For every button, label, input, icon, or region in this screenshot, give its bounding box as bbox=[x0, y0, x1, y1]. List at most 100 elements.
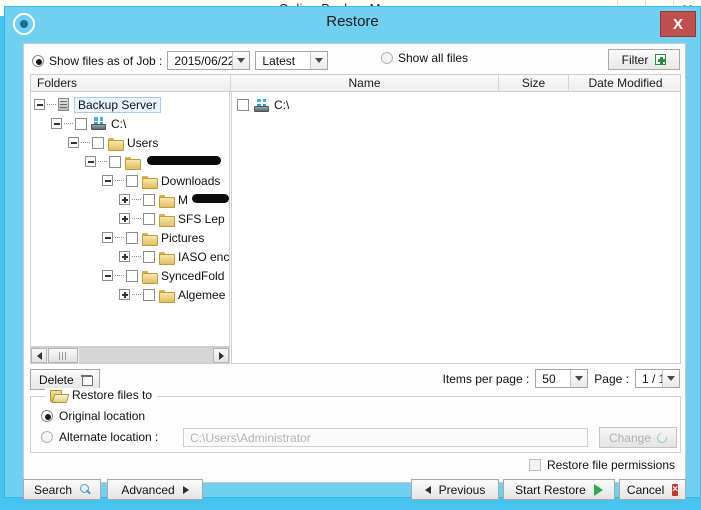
expand-node-icon[interactable] bbox=[119, 251, 130, 262]
tree-node-checkbox[interactable] bbox=[143, 288, 155, 301]
tree-node[interactable]: Downloads bbox=[31, 171, 229, 190]
delete-button-label: Delete bbox=[39, 372, 74, 387]
tree-node[interactable]: Users bbox=[31, 133, 229, 152]
previous-button[interactable]: Previous bbox=[411, 479, 499, 500]
collapse-node-icon[interactable] bbox=[34, 99, 45, 110]
tree-node-checkbox[interactable] bbox=[109, 155, 121, 168]
tree-node[interactable]: Backup Server bbox=[31, 95, 229, 114]
trash-icon bbox=[80, 374, 93, 386]
folder-tree-horizontal-scrollbar[interactable] bbox=[30, 347, 230, 364]
tree-node-label: Downloads bbox=[161, 173, 221, 188]
tree-connector-line bbox=[115, 180, 124, 181]
advanced-button[interactable]: Advanced bbox=[107, 479, 203, 500]
tree-node[interactable]: SyncedFold bbox=[31, 266, 229, 285]
folder-icon bbox=[159, 251, 175, 265]
items-per-page-dropdown[interactable]: 50 bbox=[535, 369, 589, 388]
restore-dialog: Restore X Show files as of Job : 2015/06… bbox=[4, 6, 701, 501]
search-button-label: Search bbox=[34, 482, 73, 497]
tree-node-checkbox[interactable] bbox=[126, 269, 138, 282]
column-header-folders[interactable]: Folders bbox=[31, 75, 231, 91]
restore-file-permissions-option[interactable]: Restore file permissions bbox=[528, 458, 675, 472]
collapse-node-icon[interactable] bbox=[102, 270, 113, 281]
alternate-location-label: Alternate location : bbox=[59, 430, 159, 444]
redacted-label bbox=[192, 194, 229, 203]
tree-node-checkbox[interactable] bbox=[143, 193, 155, 206]
restore-file-permissions-checkbox[interactable] bbox=[528, 459, 541, 471]
tree-node-checkbox[interactable] bbox=[143, 212, 155, 225]
delete-button[interactable]: Delete bbox=[30, 369, 100, 390]
table-row[interactable]: C:\ bbox=[237, 96, 289, 114]
dialog-titlebar: Restore X bbox=[5, 7, 700, 40]
file-list-panel[interactable]: C:\ bbox=[231, 92, 681, 364]
alternate-location-radio[interactable] bbox=[41, 431, 53, 443]
tree-node[interactable]: SFS Lep bbox=[31, 209, 229, 228]
tree-connector-line bbox=[115, 237, 124, 238]
start-restore-button[interactable]: Start Restore bbox=[503, 479, 615, 500]
job-version-dropdown[interactable]: Latest bbox=[255, 51, 329, 70]
show-all-files-radio[interactable] bbox=[381, 52, 393, 64]
cancel-button[interactable]: Cancel × bbox=[619, 479, 686, 500]
original-location-radio[interactable] bbox=[41, 410, 53, 422]
search-icon bbox=[80, 484, 90, 495]
show-files-as-of-job-option[interactable]: Show files as of Job : 2015/06/22 Latest bbox=[32, 51, 329, 70]
filter-button[interactable]: Filter bbox=[608, 49, 680, 70]
dialog-button-bar: Search Advanced Previous Start Restore C… bbox=[23, 479, 686, 501]
tree-node-label: Users bbox=[127, 135, 159, 150]
tree-node-checkbox[interactable] bbox=[75, 117, 87, 130]
restore-files-to-label: Restore files to bbox=[72, 388, 153, 402]
show-files-as-of-job-label: Show files as of Job : bbox=[49, 53, 163, 68]
show-files-as-of-job-radio[interactable] bbox=[32, 54, 44, 67]
tree-node[interactable]: Pictures bbox=[31, 228, 229, 247]
tree-node-checkbox[interactable] bbox=[143, 250, 155, 263]
scroll-left-arrow-icon[interactable] bbox=[31, 348, 47, 363]
tree-node[interactable]: Algemee bbox=[31, 285, 229, 304]
restore-files-to-group: Restore files to Original location Alter… bbox=[30, 388, 681, 453]
expand-node-icon[interactable] bbox=[119, 213, 130, 224]
items-per-page-label: Items per page : bbox=[442, 371, 530, 386]
dialog-close-button[interactable]: X bbox=[660, 11, 696, 37]
cancel-button-label: Cancel bbox=[626, 482, 665, 497]
collapse-node-icon[interactable] bbox=[85, 156, 96, 167]
tree-node-checkbox[interactable] bbox=[126, 231, 138, 244]
collapse-node-icon[interactable] bbox=[68, 137, 79, 148]
scrollbar-thumb[interactable] bbox=[48, 348, 78, 363]
original-location-option[interactable]: Original location bbox=[41, 409, 145, 423]
server-icon bbox=[58, 98, 69, 111]
file-row-checkbox[interactable] bbox=[237, 99, 249, 111]
expand-node-icon[interactable] bbox=[119, 289, 130, 300]
items-per-page-value: 50 bbox=[542, 371, 556, 386]
alternate-location-option[interactable]: Alternate location : bbox=[41, 430, 158, 444]
tree-connector-line bbox=[81, 142, 90, 143]
collapse-node-icon[interactable] bbox=[51, 118, 62, 129]
show-all-files-option[interactable]: Show all files bbox=[381, 51, 468, 65]
page-value: 1 / 1 bbox=[642, 371, 666, 386]
tree-node-label: Algemee bbox=[178, 287, 226, 302]
search-button[interactable]: Search bbox=[23, 479, 101, 500]
scroll-right-arrow-icon[interactable] bbox=[213, 348, 229, 363]
folder-tree-panel[interactable]: Backup Server C:\ Users Downloads M SFS Lep Pi… bbox=[30, 92, 230, 347]
column-header-name[interactable]: Name bbox=[231, 75, 499, 91]
job-date-dropdown[interactable]: 2015/06/22 bbox=[167, 51, 251, 70]
tree-connector-line bbox=[64, 123, 73, 124]
tree-node-checkbox[interactable] bbox=[126, 174, 138, 187]
tree-node[interactable] bbox=[31, 152, 229, 171]
tree-node[interactable]: IASO enc bbox=[31, 247, 229, 266]
column-header-date-modified[interactable]: Date Modified bbox=[569, 75, 682, 91]
tree-node-label: SFS Lep bbox=[178, 211, 225, 226]
scrollbar-track[interactable] bbox=[79, 348, 213, 363]
filter-button-label: Filter bbox=[621, 52, 649, 67]
paging-controls: Items per page : 50 Page : 1 / 1 bbox=[443, 369, 680, 388]
tree-node[interactable]: M bbox=[31, 190, 229, 209]
collapse-node-icon[interactable] bbox=[102, 175, 113, 186]
page-dropdown[interactable]: 1 / 1 bbox=[635, 369, 680, 388]
column-header-size[interactable]: Size bbox=[499, 75, 569, 91]
alternate-path-input[interactable]: C:\Users\Administrator bbox=[183, 428, 588, 447]
chevron-down-icon bbox=[570, 370, 588, 387]
tree-node[interactable]: C:\ bbox=[31, 114, 229, 133]
dialog-content: Show files as of Job : 2015/06/22 Latest… bbox=[23, 43, 686, 483]
change-button[interactable]: Change bbox=[599, 427, 677, 448]
collapse-node-icon[interactable] bbox=[102, 232, 113, 243]
tree-node-checkbox[interactable] bbox=[92, 136, 104, 149]
scrollbar-grip-icon bbox=[59, 351, 67, 360]
expand-node-icon[interactable] bbox=[119, 194, 130, 205]
